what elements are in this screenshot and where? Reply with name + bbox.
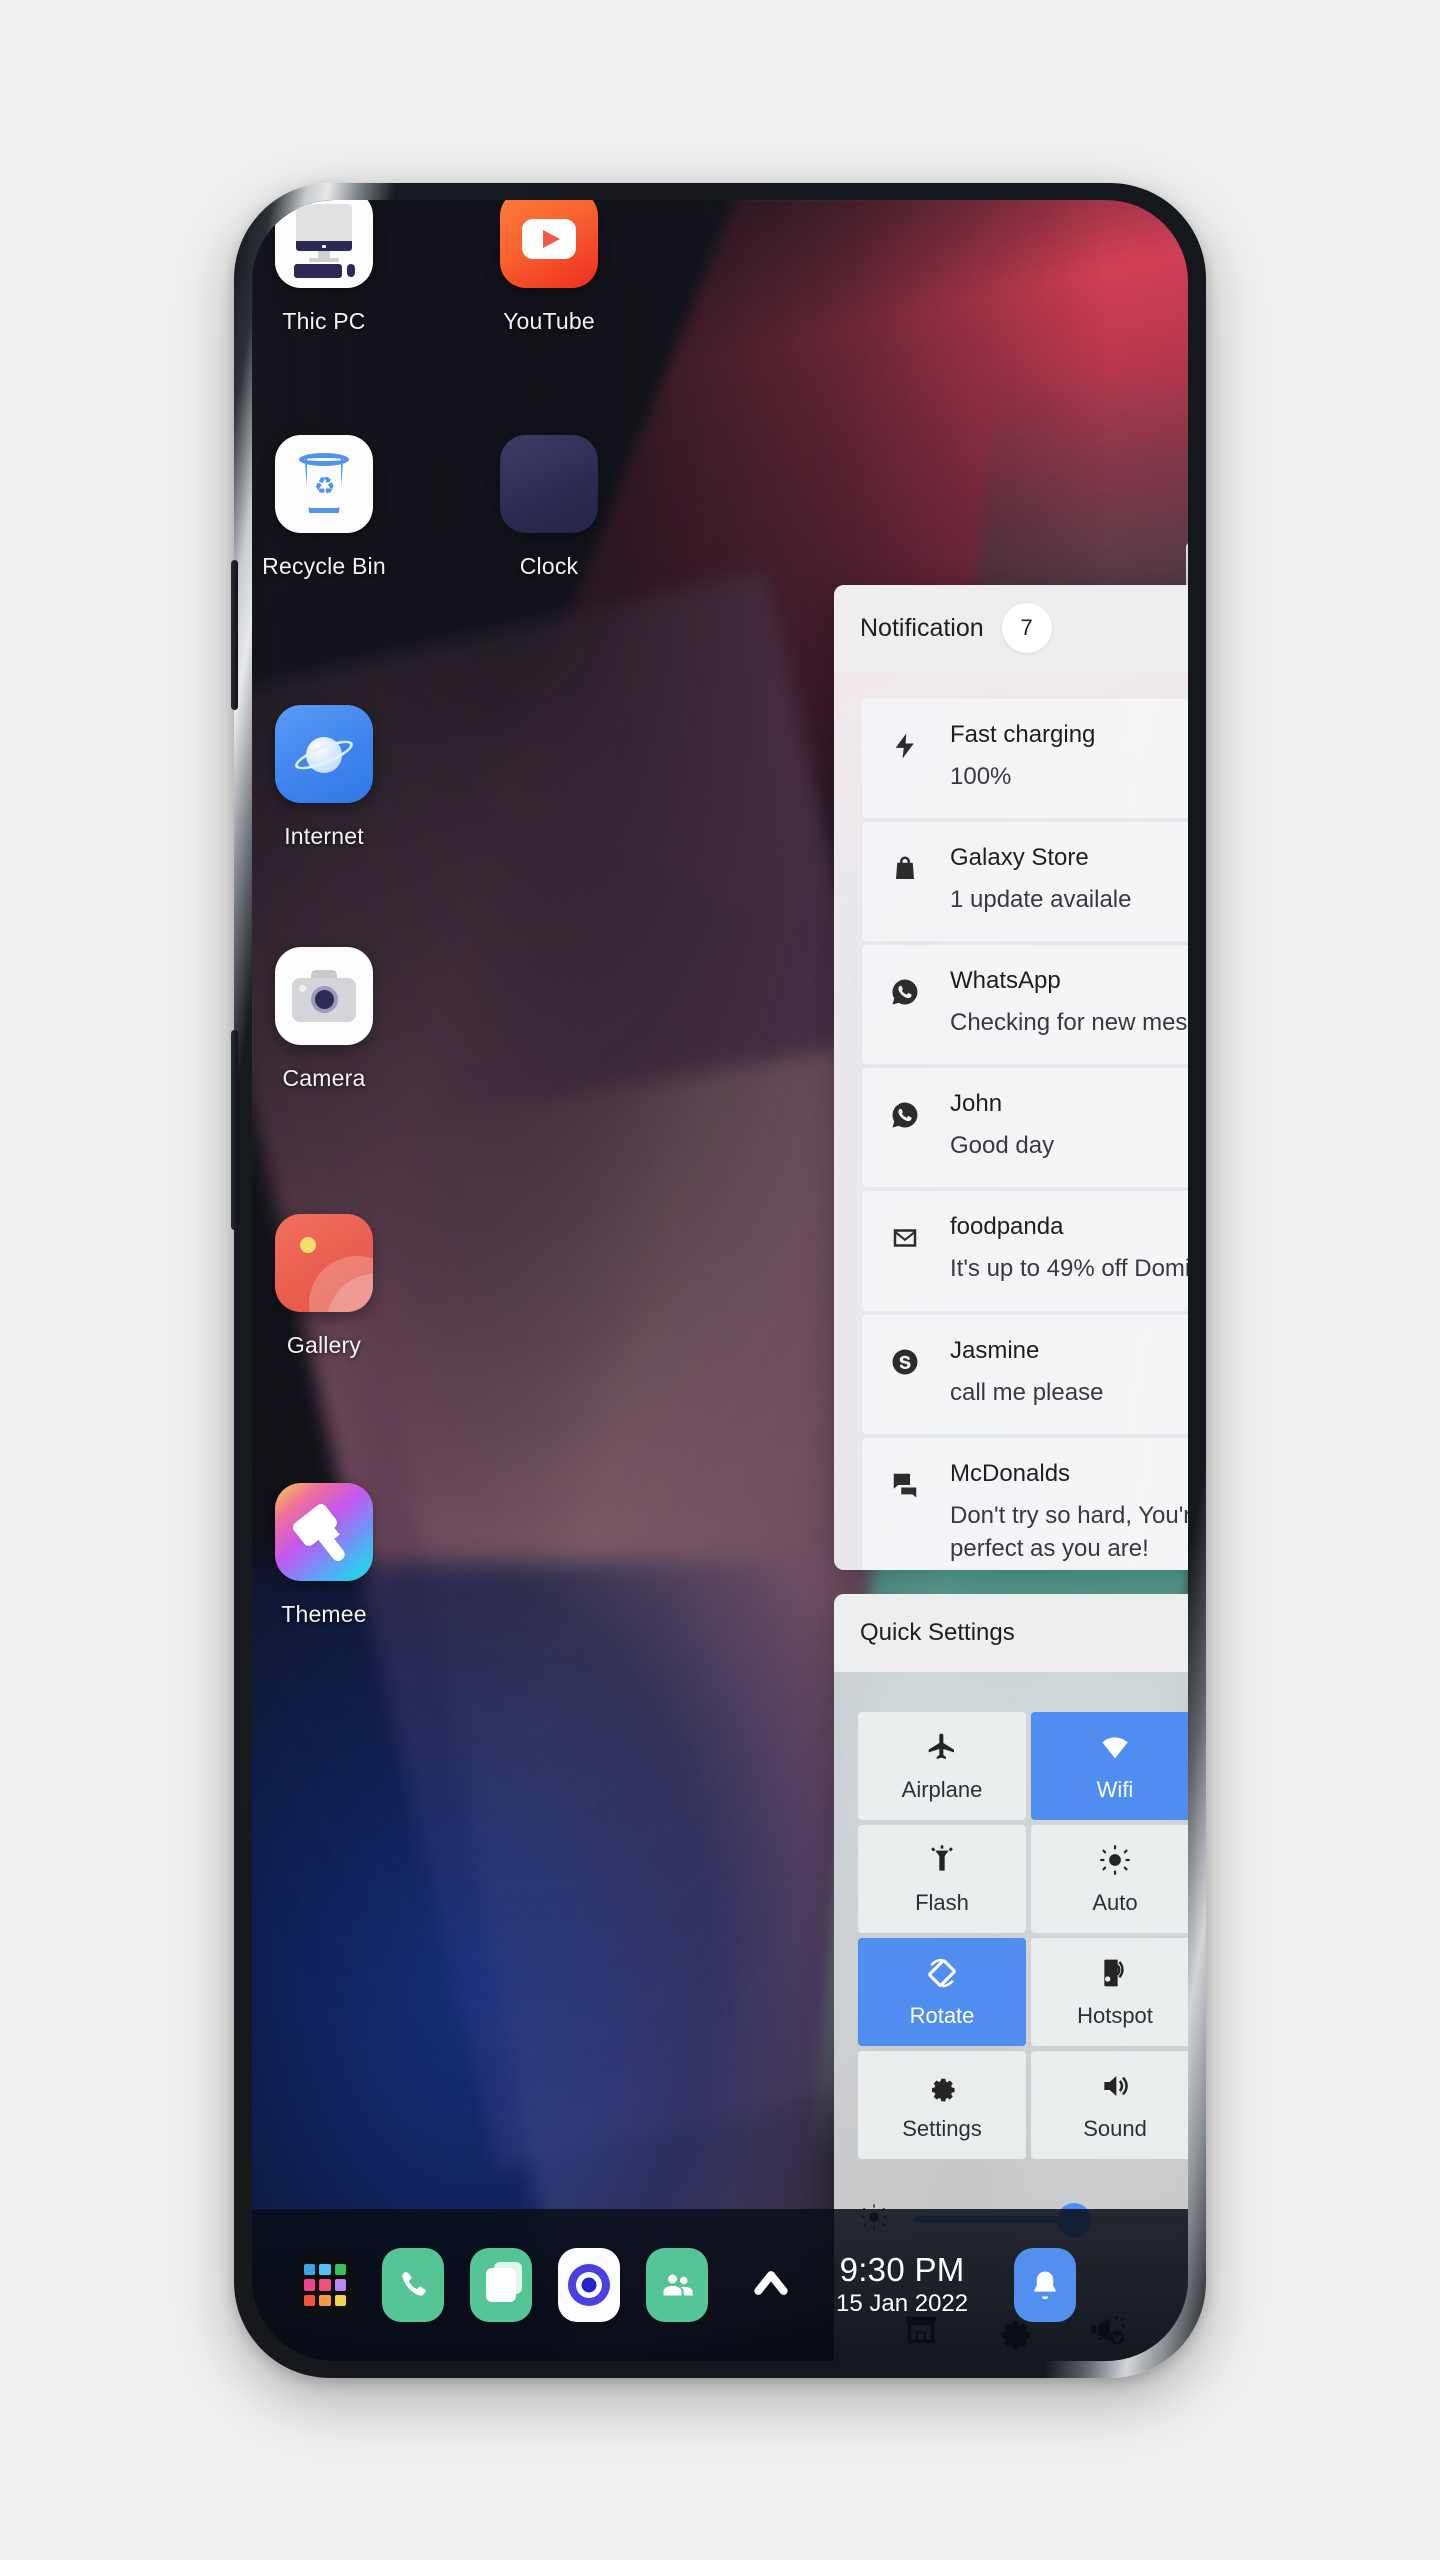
taskbar-clock[interactable]: 9:30 PM 15 Jan 2022 <box>836 2251 968 2318</box>
desktop-icon-themee[interactable]: Themee <box>252 1483 404 1628</box>
bolt-icon <box>888 729 922 763</box>
gmail-icon <box>888 1221 922 1255</box>
desktop-icon-clock[interactable]: Clock <box>469 435 629 580</box>
notification-list: Fast charging 100% Galaxy Store 1 update… <box>834 671 1188 1570</box>
desktop-icon-label: YouTube <box>503 308 595 334</box>
wifi-icon <box>1099 1729 1131 1765</box>
taskbar-time: 9:30 PM <box>839 2251 965 2289</box>
notification-panel: Notification 7 Clear All Fast charging 1… <box>834 585 1188 1570</box>
screenshot-root: Thic PC YouTube ♻ Recycle Bin Clock Inte… <box>0 0 1440 2560</box>
cortana-icon[interactable] <box>558 2248 620 2322</box>
taskbar: 9:30 PM 15 Jan 2022 <box>252 2209 1188 2361</box>
notification-app-name: John <box>950 1090 1003 1118</box>
notification-text: call me please <box>950 1378 1104 1406</box>
notification-text: It's up to 49% off Domino's! <box>950 1255 1188 1283</box>
notification-item[interactable]: WhatsApp Checking for new messages <box>862 945 1188 1064</box>
quick-setting-rotate[interactable]: Rotate <box>858 1938 1026 2046</box>
quick-setting-label: Airplane <box>901 1777 983 1802</box>
desktop-icon-camera[interactable]: Camera <box>252 947 404 1092</box>
skype-icon <box>888 1345 922 1379</box>
app-grid-icon[interactable] <box>294 2254 356 2316</box>
notification-panel-header: Notification 7 Clear All <box>834 585 1188 671</box>
notification-panel-title: Notification <box>860 613 984 642</box>
quick-setting-sound[interactable]: Sound <box>1031 2051 1188 2159</box>
quick-setting-label: Auto <box>1092 1890 1138 1915</box>
notification-app-name: Galaxy Store <box>950 844 1089 872</box>
quick-setting-settings[interactable]: Settings <box>858 2051 1026 2159</box>
internet-icon <box>275 705 373 803</box>
notification-text: 1 update availale <box>950 886 1132 914</box>
whatsapp-icon <box>888 975 922 1009</box>
taskbar-date: 15 Jan 2022 <box>836 2290 969 2318</box>
desktop-icon-label: Themee <box>281 1601 367 1627</box>
phone-screen: Thic PC YouTube ♻ Recycle Bin Clock Inte… <box>252 200 1188 2361</box>
notification-item[interactable]: Galaxy Store 1 update availale <box>862 822 1188 941</box>
quick-setting-wifi[interactable]: Wifi <box>1031 1712 1188 1820</box>
desktop-icon-internet[interactable]: Internet <box>252 705 404 850</box>
notification-app-name: foodpanda <box>950 1213 1064 1241</box>
notification-item[interactable]: McDonalds Don't try so hard, You're simp… <box>862 1437 1188 1570</box>
notification-text: 100% <box>950 763 1012 790</box>
desktop-icon-label: Gallery <box>286 1332 362 1358</box>
notification-app-name: McDonalds <box>950 1459 1071 1487</box>
quick-setting-hotspot[interactable]: Hotspot <box>1031 1938 1188 2046</box>
desktop-icon-recycle-bin[interactable]: ♻ Recycle Bin <box>252 435 404 580</box>
gear-icon <box>926 2068 958 2104</box>
quick-settings-tile-grid: Airplane Wifi Bluetooth <box>834 1672 1188 2159</box>
youtube-icon <box>500 200 598 288</box>
speaker-icon <box>1099 2068 1131 2104</box>
quick-setting-label: Wifi <box>1096 1777 1134 1802</box>
this-pc-icon <box>275 200 373 288</box>
clock-icon <box>500 435 598 533</box>
desktop-icon-gallery[interactable]: Gallery <box>252 1214 404 1359</box>
quick-settings-title: Quick Settings <box>860 1619 1015 1646</box>
desktop-icon-label: Thic PC <box>282 308 366 334</box>
camera-icon <box>275 947 373 1045</box>
chat-icon <box>888 1468 922 1502</box>
themee-icon <box>275 1483 373 1581</box>
airplane-icon <box>926 1729 958 1765</box>
notification-text: Don't try so hard, You're simply perfect… <box>950 1501 1188 1562</box>
notification-app-name: WhatsApp <box>950 967 1061 995</box>
quick-setting-label: Settings <box>902 2116 982 2141</box>
desktop-icon-youtube[interactable]: YouTube <box>469 200 629 335</box>
gallery-icon <box>275 1214 373 1312</box>
brightness-auto-icon <box>1099 1842 1131 1878</box>
desktop-icon-thic-pc[interactable]: Thic PC <box>252 200 404 335</box>
phone-icon[interactable] <box>382 2248 444 2322</box>
quick-setting-auto-brightness[interactable]: Auto <box>1031 1825 1188 1933</box>
quick-setting-airplane[interactable]: Airplane <box>858 1712 1026 1820</box>
chevron-up-icon[interactable] <box>748 2264 794 2307</box>
notification-item[interactable]: foodpanda It's up to 49% off Domino's! <box>862 1191 1188 1310</box>
notification-app-name: Jasmine <box>950 1336 1040 1364</box>
quick-setting-label: Rotate <box>909 2003 975 2028</box>
desktop-icon-label: Camera <box>282 1065 366 1091</box>
desktop-icon-label: Recycle Bin <box>262 553 386 579</box>
notification-item[interactable]: John Good day <box>862 1068 1188 1187</box>
quick-setting-flash[interactable]: Flash <box>858 1825 1026 1933</box>
notification-text: Good day <box>950 1132 1055 1160</box>
quick-setting-label: Sound <box>1083 2116 1147 2141</box>
whatsapp-icon <box>888 1098 922 1132</box>
bell-icon[interactable] <box>1014 2248 1077 2322</box>
quick-setting-label: Flash <box>915 1890 969 1915</box>
phone-side-button-volume[interactable] <box>231 560 238 710</box>
notification-item[interactable]: Fast charging 100% <box>862 699 1188 818</box>
notification-item[interactable]: Jasmine call me please <box>862 1314 1188 1433</box>
contacts-icon[interactable] <box>646 2248 708 2322</box>
quick-setting-label: Hotspot <box>1077 2003 1153 2028</box>
notification-app-name: Fast charging <box>950 721 1096 748</box>
desktop-icon-label: Clock <box>519 553 579 579</box>
flashlight-icon <box>926 1842 958 1878</box>
shopping-bag-icon <box>888 852 922 886</box>
desktop-icon-label: Internet <box>284 823 364 849</box>
notification-count-badge: 7 <box>1001 603 1052 653</box>
messages-icon[interactable] <box>470 2248 532 2322</box>
recycle-bin-icon: ♻ <box>275 435 373 533</box>
quick-settings-header: Quick Settings <box>834 1594 1188 1672</box>
notification-text: Checking for new messages <box>950 1009 1188 1037</box>
phone-side-button-power[interactable] <box>231 1030 238 1230</box>
rotate-icon <box>926 1955 958 1991</box>
hotspot-icon <box>1099 1955 1131 1991</box>
